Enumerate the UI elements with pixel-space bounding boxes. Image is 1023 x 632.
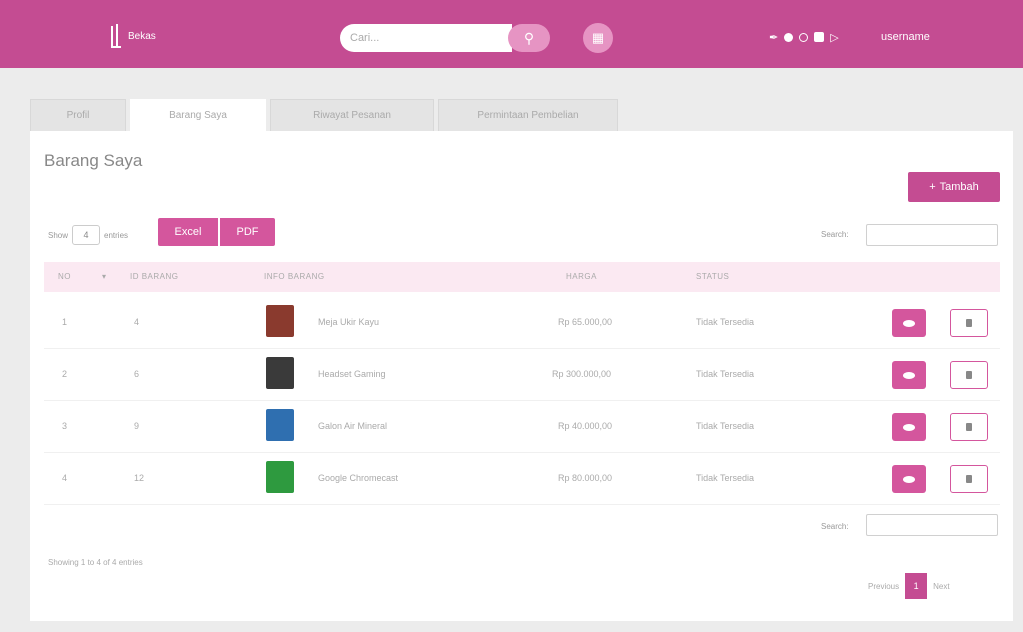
previous-button[interactable]: Previous — [868, 582, 899, 591]
delete-button[interactable] — [950, 465, 988, 493]
user-icon[interactable]: ▷ — [830, 31, 838, 44]
view-button[interactable] — [892, 309, 926, 337]
row-id: 4 — [134, 317, 140, 327]
notification-icon[interactable]: ✒ — [769, 31, 778, 44]
add-item-button[interactable]: + Tambah — [908, 172, 1000, 202]
item-price: Rp 40.000,00 — [558, 421, 613, 431]
tab-permintaan-pembelian[interactable]: Permintaan Pembelian — [438, 99, 618, 131]
table-header: NO ▾ ID BARANG INFO BARANG HARGA STATUS — [44, 262, 1000, 292]
view-button[interactable] — [892, 413, 926, 441]
row-id: 6 — [134, 369, 140, 379]
table-search-input[interactable] — [866, 224, 998, 246]
row-id: 12 — [134, 473, 145, 483]
item-status: Tidak Tersedia — [696, 473, 755, 483]
item-thumbnail[interactable] — [266, 305, 294, 337]
item-price: Rp 80.000,00 — [558, 473, 613, 483]
item-price: Rp 65.000,00 — [558, 317, 613, 327]
table-search-input-bottom[interactable] — [866, 514, 998, 536]
item-name[interactable]: Headset Gaming — [318, 369, 386, 379]
table-row: 1 4 Meja Ukir Kayu Rp 65.000,00 Tidak Te… — [44, 297, 1000, 349]
trash-icon — [966, 319, 972, 327]
show-entries: Show 4 entries — [48, 225, 128, 245]
page-title: Barang Saya — [44, 151, 143, 170]
item-name[interactable]: Google Chromecast — [318, 473, 398, 483]
next-button[interactable]: Next — [933, 582, 949, 591]
search-label-bottom: Search: — [821, 522, 849, 531]
col-info-barang[interactable]: INFO BARANG — [264, 272, 325, 281]
pagination: Previous 1 Next — [868, 573, 950, 599]
item-name[interactable]: Meja Ukir Kayu — [318, 317, 379, 327]
settings-icon[interactable] — [799, 32, 809, 42]
row-no: 2 — [62, 369, 68, 379]
account-icon[interactable] — [814, 32, 825, 42]
table-row: 2 6 Headset Gaming Rp 300.000,00 Tidak T… — [44, 349, 1000, 401]
eye-icon — [903, 319, 915, 327]
showing-info: Showing 1 to 4 of 4 entries — [48, 558, 143, 567]
col-no[interactable]: NO — [58, 272, 71, 281]
trash-icon — [966, 423, 972, 431]
export-excel-button[interactable]: Excel — [158, 218, 218, 246]
trash-icon — [966, 371, 972, 379]
top-navbar: Bekas ⚲ ▦ ✒ ▷ username — [0, 0, 1023, 68]
eye-icon — [903, 475, 915, 483]
view-button[interactable] — [892, 465, 926, 493]
cart-button[interactable]: ▦ — [583, 23, 613, 53]
main-panel: Barang Saya + Tambah Show 4 entries Exce… — [30, 131, 1013, 621]
entries-select[interactable]: 4 — [72, 225, 101, 245]
eye-icon — [903, 371, 915, 379]
delete-button[interactable] — [950, 309, 988, 337]
row-no: 1 — [62, 317, 68, 327]
row-no: 3 — [62, 421, 68, 431]
message-icon[interactable] — [784, 32, 794, 42]
item-thumbnail[interactable] — [266, 461, 294, 493]
delete-button[interactable] — [950, 413, 988, 441]
tab-profil[interactable]: Profil — [30, 99, 126, 131]
row-id: 9 — [134, 421, 140, 431]
view-button[interactable] — [892, 361, 926, 389]
add-item-label: Tambah — [939, 181, 979, 193]
profile-tabs: Profil Barang Saya Riwayat Pesanan Permi… — [30, 99, 622, 131]
sort-icon: ▾ — [102, 272, 107, 281]
row-no: 4 — [62, 473, 68, 483]
item-status: Tidak Tersedia — [696, 421, 755, 431]
col-status[interactable]: STATUS — [696, 272, 729, 281]
page-1-button[interactable]: 1 — [905, 573, 928, 599]
header-icons: ✒ ▷ — [769, 30, 839, 44]
col-id-barang[interactable]: ID BARANG — [130, 272, 179, 281]
tab-riwayat-pesanan[interactable]: Riwayat Pesanan — [270, 99, 434, 131]
search-icon: ⚲ — [523, 29, 535, 46]
trash-icon — [966, 475, 972, 483]
delete-button[interactable] — [950, 361, 988, 389]
item-price: Rp 300.000,00 — [552, 369, 612, 379]
logo[interactable]: Bekas — [110, 24, 156, 48]
item-status: Tidak Tersedia — [696, 369, 755, 379]
eye-icon — [903, 423, 915, 431]
item-thumbnail[interactable] — [266, 357, 294, 389]
table-row: 3 9 Galon Air Mineral Rp 40.000,00 Tidak… — [44, 401, 1000, 453]
item-status: Tidak Tersedia — [696, 317, 755, 327]
search-input[interactable] — [340, 24, 512, 52]
tab-barang-saya[interactable]: Barang Saya — [130, 99, 266, 131]
export-pdf-button[interactable]: PDF — [220, 218, 275, 246]
item-thumbnail[interactable] — [266, 409, 294, 441]
item-name[interactable]: Galon Air Mineral — [318, 421, 387, 431]
username[interactable]: username — [881, 31, 930, 43]
logo-icon — [110, 24, 123, 48]
table-row: 4 12 Google Chromecast Rp 80.000,00 Tida… — [44, 453, 1000, 505]
col-harga[interactable]: HARGA — [566, 272, 597, 281]
search-button[interactable]: ⚲ — [508, 24, 550, 52]
cart-icon: ▦ — [591, 30, 605, 45]
search-label: Search: — [821, 230, 849, 239]
plus-icon: + — [929, 181, 936, 193]
logo-text: Bekas — [128, 30, 156, 42]
